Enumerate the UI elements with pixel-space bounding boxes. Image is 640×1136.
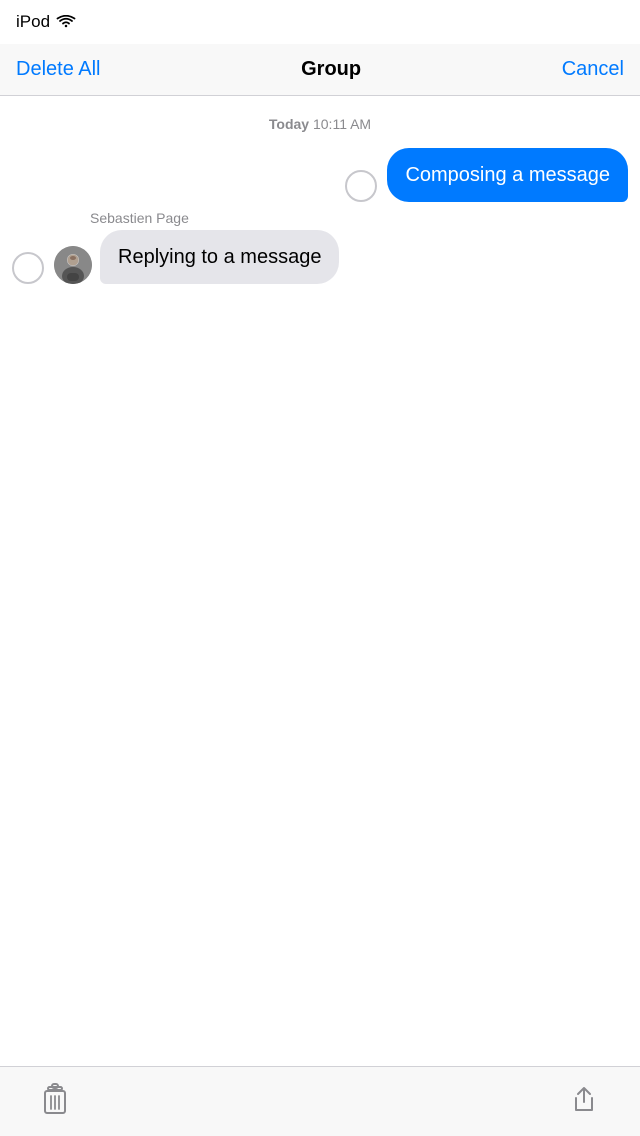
delete-all-button[interactable]: Delete All — [16, 58, 101, 81]
avatar — [54, 246, 92, 284]
timestamp-today: Today — [269, 116, 309, 132]
messages-area: Today 10:11 AM Composing a message Sebas… — [0, 96, 640, 1066]
incoming-selection-circle[interactable] — [12, 252, 44, 284]
incoming-message-row: Replying to a message — [0, 230, 640, 284]
incoming-bubble: Replying to a message — [100, 230, 339, 284]
share-icon — [568, 1084, 600, 1116]
trash-icon — [40, 1083, 70, 1117]
sender-name: Sebastien Page — [90, 210, 640, 226]
outgoing-bubble: Composing a message — [387, 148, 628, 202]
wifi-icon — [56, 13, 76, 31]
timestamp-time: 10:11 AM — [313, 116, 371, 132]
message-timestamp: Today 10:11 AM — [0, 116, 640, 132]
cancel-button[interactable]: Cancel — [562, 58, 624, 81]
trash-button[interactable] — [32, 1075, 78, 1128]
device-name: iPod — [16, 12, 50, 32]
nav-title: Group — [301, 58, 361, 81]
bottom-toolbar — [0, 1066, 640, 1136]
status-bar: iPod — [0, 0, 640, 44]
share-button[interactable] — [560, 1076, 608, 1127]
outgoing-selection-circle[interactable] — [345, 170, 377, 202]
nav-bar: Delete All Group Cancel — [0, 44, 640, 96]
outgoing-message-row: Composing a message — [0, 148, 640, 202]
